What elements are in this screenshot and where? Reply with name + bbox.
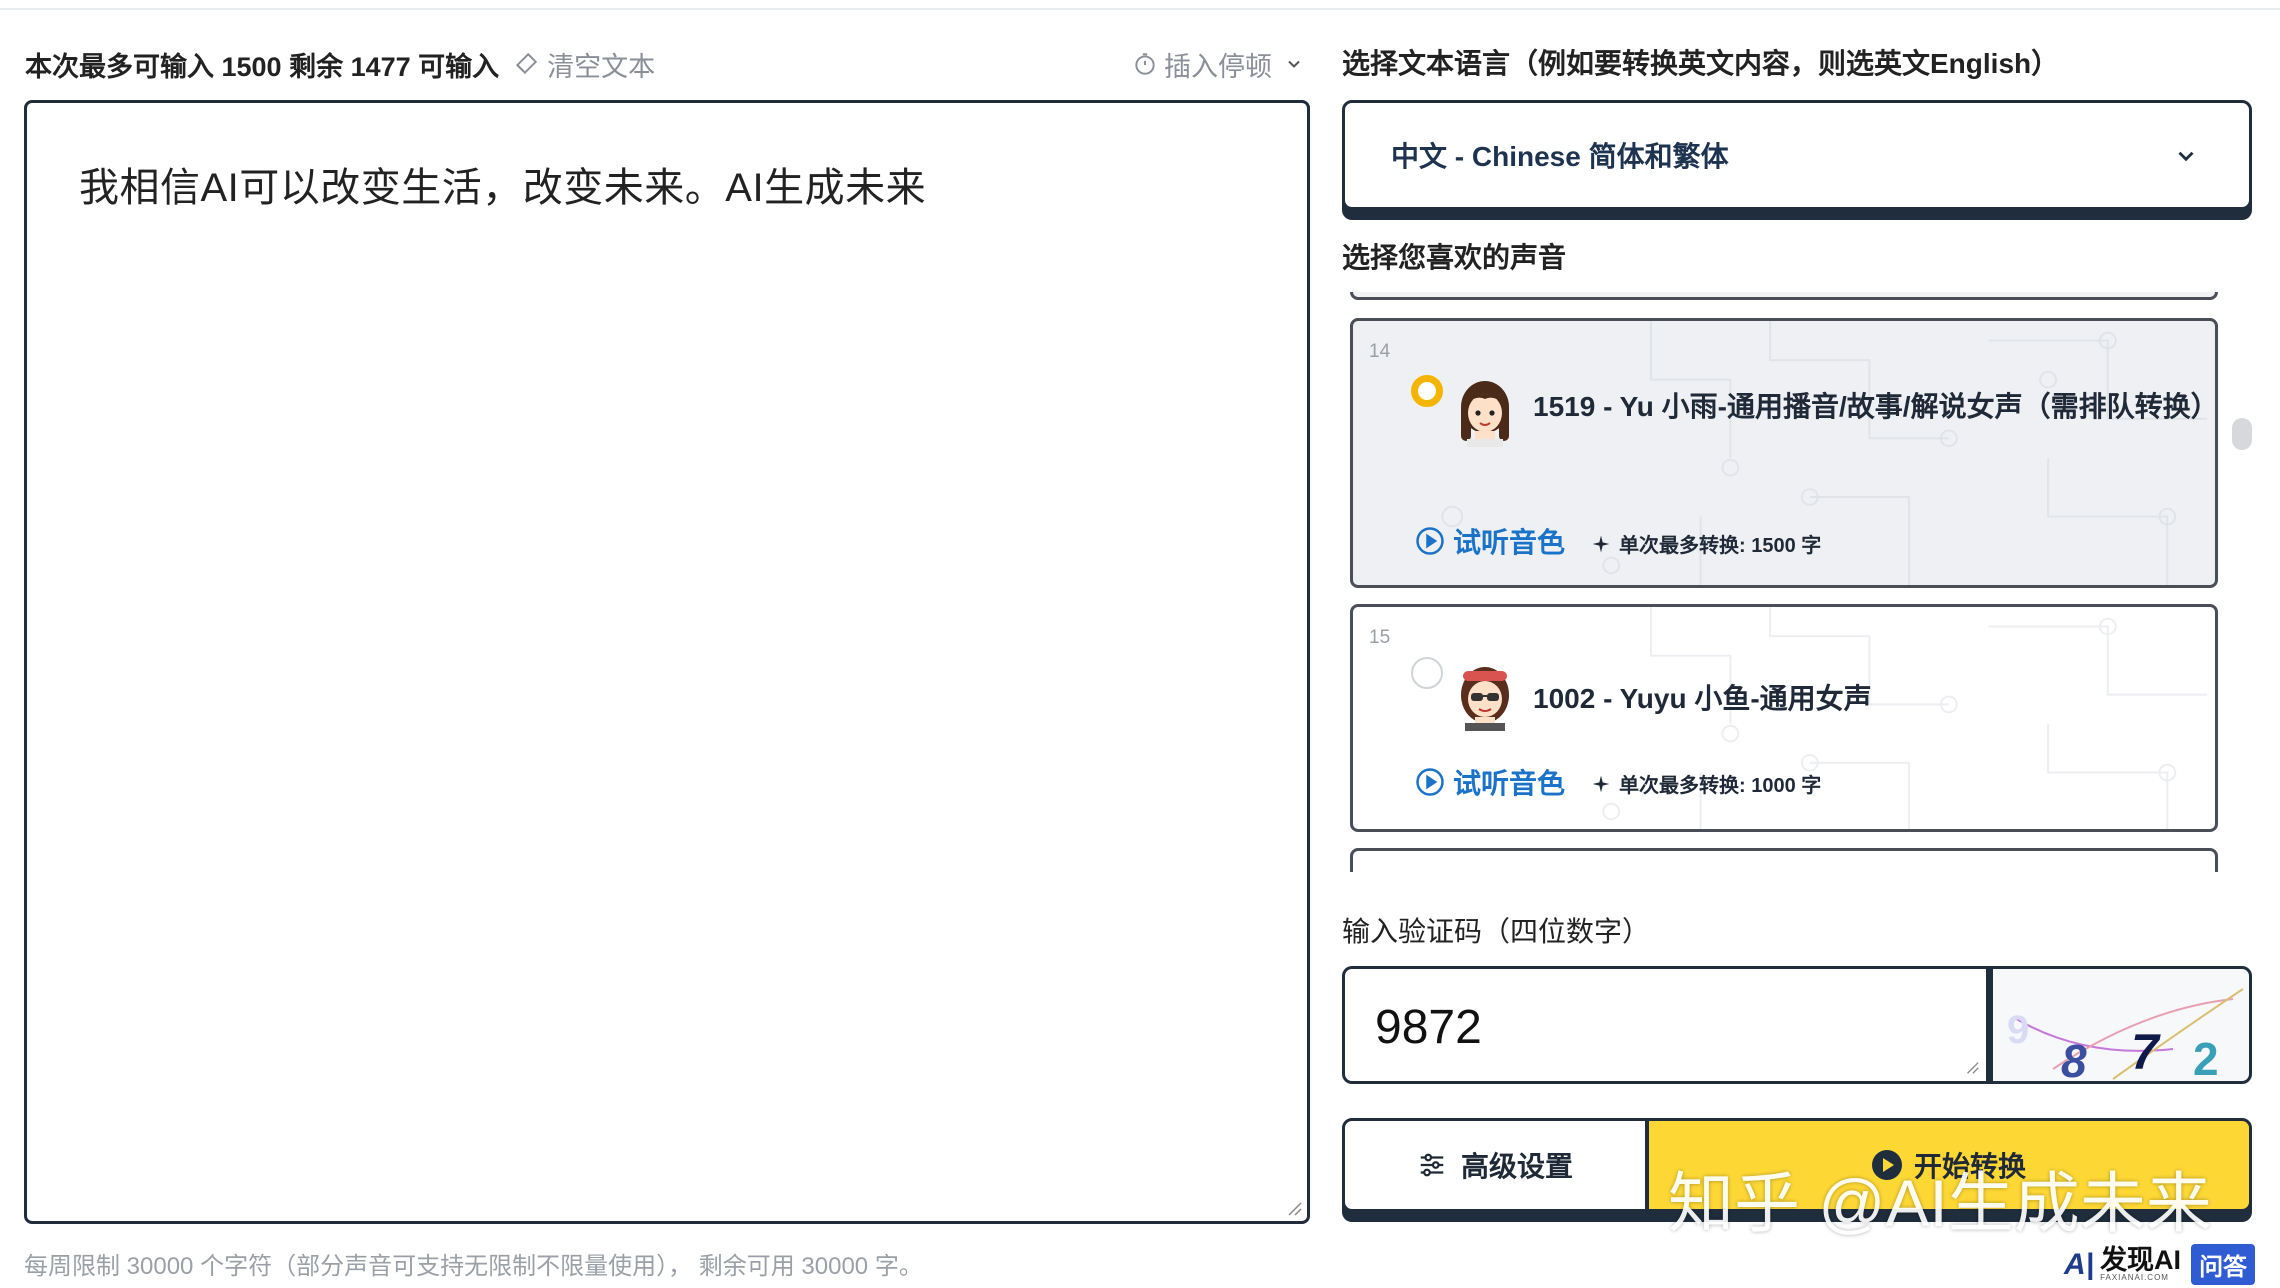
max-conversion-info: 单次最多转换: 1000 字: [1591, 769, 1821, 798]
captcha-digit: 2: [2193, 1033, 2219, 1084]
preview-voice-button[interactable]: 试听音色: [1415, 521, 1565, 561]
brand-text: 发现AI FAXIANAI.COM: [2100, 1247, 2181, 1282]
weekly-limit-note: 每周限制 30000 个字符（部分声音可支持无限制不限量使用）， 剩余可用 30…: [24, 1253, 923, 1280]
resize-handle-icon[interactable]: [1285, 1199, 1303, 1217]
text-input-header: 本次最多可输入 1500 剩余 1477 可输入 清空文本 插入停顿: [25, 42, 1310, 86]
chevron-down-icon: [1288, 60, 1300, 68]
voice-name: 1002 - Yuyu 小鱼-通用女声: [1533, 683, 1872, 714]
brand-logo: A| 发现AI FAXIANAI.COM 问答: [2064, 1244, 2256, 1285]
voice-index: 15: [1369, 627, 1391, 648]
brand-name: 发现AI: [2100, 1245, 2182, 1275]
clear-text-label: 清空文本: [547, 51, 656, 82]
insert-pause-dropdown[interactable]: 插入停顿: [1132, 45, 1310, 84]
voice-list[interactable]: 14 1519 - Yu 小雨-通用播音/故事/解说女声（需排队转换） 试听音色…: [1348, 292, 2228, 872]
max-conversion-info: 单次最多转换: 1500 字: [1591, 529, 1821, 558]
resize-handle-icon: [1967, 1062, 1979, 1074]
eraser-icon: [516, 52, 538, 75]
voice-index: 14: [1369, 341, 1391, 362]
text-input-area[interactable]: 我相信AI可以改变生活，改变未来。AI生成未来: [24, 100, 1310, 1224]
captcha-image[interactable]: 9 8 7 2: [1990, 966, 2252, 1084]
voice-card[interactable]: 15 1002 - Yuyu 小鱼-通用女声 试听音色 单次最多转换: 1000…: [1350, 604, 2218, 832]
char-limit-text: 本次最多可输入 1500 剩余 1477 可输入: [25, 51, 500, 82]
voice-card-partial[interactable]: [1350, 848, 2218, 872]
play-circle-icon: [1416, 768, 1444, 796]
chevron-down-icon: [2178, 151, 2194, 162]
top-divider: [0, 8, 2280, 10]
preview-voice-button[interactable]: 试听音色: [1415, 762, 1565, 802]
captcha-digit: 9: [2007, 1008, 2029, 1052]
sliders-icon: [1420, 1153, 1444, 1177]
clear-text-button[interactable]: 清空文本: [513, 45, 655, 84]
captcha-graphic: 9 8 7 2: [2007, 988, 2244, 1084]
female-avatar-sunglasses-icon: [1461, 667, 1509, 731]
voice-card-partial[interactable]: [1350, 292, 2218, 300]
brand-qa-badge: 问答: [2191, 1244, 2256, 1285]
voice-radio[interactable]: [1411, 657, 1443, 689]
max-conversion-text: 单次最多转换: 1500 字: [1619, 535, 1822, 557]
advanced-settings-label: 高级设置: [1460, 1151, 1573, 1182]
sparkle-icon: [1592, 775, 1610, 792]
captcha-label: 输入验证码（四位数字）: [1342, 916, 1651, 947]
timer-icon: [1135, 53, 1155, 75]
captcha-input[interactable]: [1375, 997, 1935, 1057]
max-conversion-text: 单次最多转换: 1000 字: [1619, 775, 1822, 797]
sparkle-icon: [1592, 535, 1610, 552]
insert-pause-label: 插入停顿: [1164, 51, 1272, 82]
advanced-settings-button[interactable]: 高级设置: [1342, 1118, 1648, 1212]
preview-voice-label: 试听音色: [1453, 768, 1566, 799]
voice-list-scroll-thumb[interactable]: [2232, 418, 2252, 450]
voice-card[interactable]: 14 1519 - Yu 小雨-通用播音/故事/解说女声（需排队转换） 试听音色…: [1350, 318, 2218, 588]
preview-voice-label: 试听音色: [1453, 527, 1566, 558]
brand-domain: FAXIANAI.COM: [2100, 1273, 2169, 1282]
language-label: 选择文本语言（例如要转换英文内容，则选英文English）: [1342, 48, 2060, 79]
voice-name: 1519 - Yu 小雨-通用播音/故事/解说女声（需排队转换）: [1533, 391, 2218, 422]
play-circle-icon: [1416, 527, 1444, 555]
captcha-digit: 7: [2131, 1024, 2161, 1080]
voice-list-scrollbar[interactable]: [2232, 292, 2254, 872]
captcha-field[interactable]: [1342, 966, 1990, 1084]
voice-label: 选择您喜欢的声音: [1342, 242, 1567, 273]
brand-mark-icon: A|: [2064, 1247, 2095, 1281]
play-icon: [1871, 1150, 1902, 1180]
captcha-digit: 8: [2061, 1035, 2087, 1084]
language-select[interactable]: 中文 - Chinese 简体和繁体: [1342, 100, 2252, 210]
language-selected-value: 中文 - Chinese 简体和繁体: [1391, 141, 1729, 172]
text-input-content[interactable]: 我相信AI可以改变生活，改变未来。AI生成未来: [79, 155, 926, 213]
start-conversion-button[interactable]: 开始转换: [1646, 1118, 2252, 1212]
start-conversion-label: 开始转换: [1913, 1151, 2026, 1182]
